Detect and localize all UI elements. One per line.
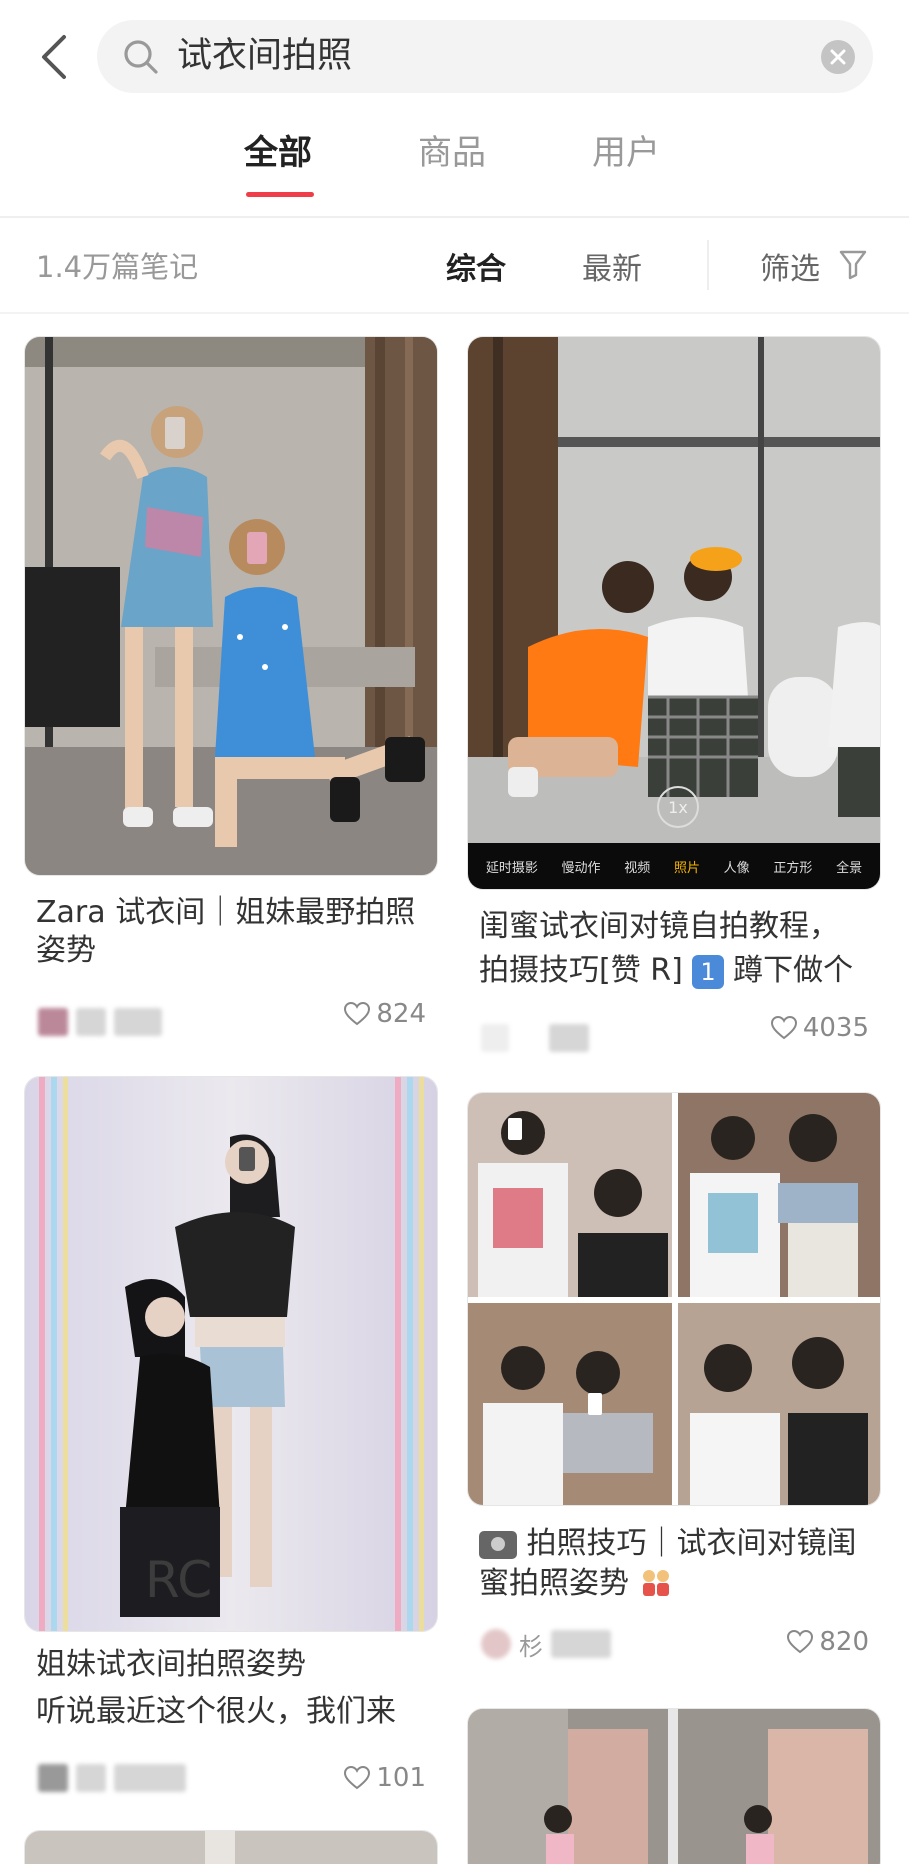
camera-emoji-icon bbox=[479, 1530, 517, 1559]
camera-mode-bar: 延时摄影 慢动作 视频 照片 人像 正方形 全景 bbox=[468, 843, 880, 889]
heart-icon bbox=[787, 1630, 814, 1654]
note-title[interactable]: 姐妹试衣间拍照姿势 bbox=[36, 1646, 428, 1684]
note-title-text: 拍摄技巧[赞 R] bbox=[479, 953, 683, 988]
camera-mode: 视频 bbox=[624, 860, 651, 876]
sort-latest[interactable]: 最新 bbox=[582, 244, 642, 288]
author-name: 杉 bbox=[519, 1632, 543, 1661]
note-cover-image[interactable] bbox=[467, 1708, 881, 1864]
like-count-value: 101 bbox=[376, 1763, 426, 1793]
two-women-emoji-icon bbox=[642, 1569, 669, 1596]
note-title[interactable]: 闺蜜试衣间对镜自拍教程， 拍摄技巧[赞 R] 1 蹲下做个 bbox=[479, 908, 871, 990]
note-title-line: 闺蜜试衣间对镜自拍教程， bbox=[479, 909, 839, 944]
like-count[interactable]: 101 bbox=[344, 1758, 426, 1798]
note-cover-image[interactable]: 1x 延时摄影 慢动作 视频 照片 人像 正方形 全景 bbox=[467, 336, 881, 890]
avatar[interactable] bbox=[481, 1629, 511, 1659]
note-card[interactable]: 拍照技巧｜试衣间对镜闺蜜拍照姿势 杉 820 bbox=[467, 1092, 881, 1674]
filter-separator bbox=[707, 240, 709, 290]
tab-all[interactable]: 全部 bbox=[244, 130, 312, 176]
tab-users[interactable]: 用户 bbox=[592, 130, 660, 176]
note-card[interactable] bbox=[24, 1830, 438, 1864]
tab-products[interactable]: 商品 bbox=[418, 130, 486, 176]
like-count-value: 824 bbox=[376, 999, 426, 1029]
avatar[interactable] bbox=[38, 1008, 68, 1036]
clear-circle-icon bbox=[830, 49, 846, 65]
note-card[interactable] bbox=[467, 1708, 881, 1864]
svg-text:RC: RC bbox=[145, 1551, 212, 1609]
avatar[interactable] bbox=[481, 1024, 509, 1052]
like-count[interactable]: 820 bbox=[787, 1622, 869, 1662]
note-title[interactable]: Zara 试衣间｜姐妹最野拍照姿势 bbox=[36, 894, 428, 970]
note-subtitle[interactable]: 听说最近这个很火，我们来 bbox=[36, 1692, 428, 1732]
filter-bar: 1.4万篇笔记 综合 最新 筛选 bbox=[0, 218, 909, 312]
search-header: 试衣间拍照 bbox=[0, 0, 909, 112]
heart-icon bbox=[344, 1766, 371, 1790]
camera-zoom-label: 1x bbox=[668, 798, 688, 817]
heart-icon bbox=[344, 1002, 371, 1026]
result-tabs: 全部 商品 用户 bbox=[0, 130, 909, 200]
search-input[interactable]: 试衣间拍照 bbox=[97, 20, 873, 93]
chevron-left-icon bbox=[42, 35, 66, 79]
note-card[interactable]: 1x 延时摄影 慢动作 视频 照片 人像 正方形 全景 闺蜜试衣间对镜自拍教程，… bbox=[467, 336, 881, 1056]
note-author[interactable] bbox=[481, 1018, 589, 1058]
note-author[interactable] bbox=[38, 1002, 162, 1042]
note-title-text: 蹲下做个 bbox=[733, 953, 854, 988]
camera-mode: 慢动作 bbox=[561, 860, 601, 876]
sort-comprehensive[interactable]: 综合 bbox=[446, 244, 506, 288]
clear-search-button[interactable] bbox=[821, 40, 855, 74]
heart-icon bbox=[770, 1016, 797, 1040]
note-cover-image[interactable] bbox=[24, 336, 438, 876]
note-author[interactable]: 杉 bbox=[481, 1624, 611, 1664]
like-count[interactable]: 824 bbox=[344, 994, 426, 1034]
camera-mode: 正方形 bbox=[773, 860, 813, 876]
note-cover-image[interactable] bbox=[24, 1830, 438, 1864]
like-count-value: 4035 bbox=[802, 1013, 869, 1043]
camera-mode: 延时摄影 bbox=[485, 860, 538, 876]
filter-button[interactable]: 筛选 bbox=[760, 244, 820, 288]
number-one-emoji: 1 bbox=[692, 954, 724, 989]
camera-mode: 全景 bbox=[836, 860, 863, 876]
like-count-value: 820 bbox=[819, 1627, 869, 1657]
like-count[interactable]: 4035 bbox=[770, 1008, 869, 1048]
note-title[interactable]: 拍照技巧｜试衣间对镜闺蜜拍照姿势 bbox=[479, 1524, 871, 1604]
camera-mode: 人像 bbox=[723, 860, 750, 876]
back-button[interactable] bbox=[30, 28, 76, 86]
note-cover-image[interactable]: RC bbox=[24, 1076, 438, 1632]
note-card[interactable]: Zara 试衣间｜姐妹最野拍照姿势 824 bbox=[24, 336, 438, 1036]
note-author[interactable] bbox=[38, 1758, 186, 1798]
note-title-line: 拍摄技巧[赞 R] 1 蹲下做个 bbox=[479, 952, 871, 990]
filter-divider bbox=[0, 312, 909, 314]
camera-mode-selected: 照片 bbox=[673, 860, 700, 876]
note-count: 1.4万篇笔记 bbox=[36, 250, 199, 284]
note-cover-image[interactable] bbox=[467, 1092, 881, 1506]
funnel-icon[interactable] bbox=[838, 248, 868, 280]
search-icon bbox=[124, 40, 158, 74]
avatar[interactable] bbox=[38, 1764, 68, 1792]
note-card[interactable]: RC 姐妹试衣间拍照姿势 听说最近这个很火，我们来 101 bbox=[24, 1076, 438, 1796]
active-tab-indicator bbox=[246, 192, 314, 197]
search-query: 试衣间拍照 bbox=[177, 36, 353, 76]
